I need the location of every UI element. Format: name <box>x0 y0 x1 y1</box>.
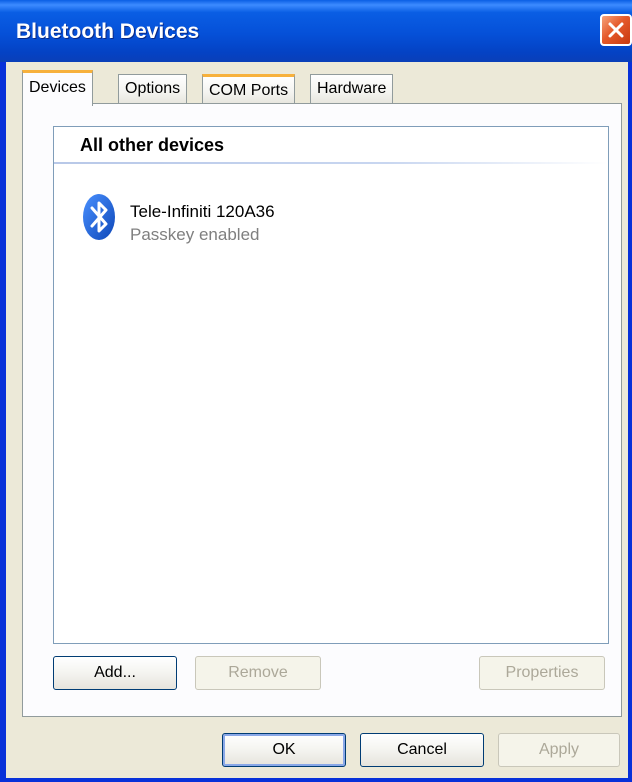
tab-hardware[interactable]: Hardware <box>310 74 394 104</box>
group-header: All other devices <box>80 135 225 155</box>
tab-devices[interactable]: Devices <box>22 70 93 106</box>
tab-options[interactable]: Options <box>118 74 188 104</box>
title-bar[interactable]: Bluetooth Devices <box>0 0 632 62</box>
device-item[interactable]: Tele-Infiniti 120A36 Passkey enabled <box>82 193 482 253</box>
bluetooth-icon <box>82 193 116 245</box>
properties-button[interactable]: Properties <box>479 656 605 690</box>
close-button[interactable] <box>600 14 632 46</box>
window-title: Bluetooth Devices <box>16 20 200 43</box>
group-divider <box>54 162 608 164</box>
ok-button[interactable]: OK <box>222 733 346 767</box>
remove-button[interactable]: Remove <box>195 656 321 690</box>
cancel-button[interactable]: Cancel <box>360 733 484 767</box>
bluetooth-devices-dialog: Bluetooth Devices Devices Options COM Po… <box>0 0 632 782</box>
close-icon <box>608 22 624 38</box>
apply-button[interactable]: Apply <box>498 733 620 767</box>
devices-tab-panel: All other devices Tele-Infiniti 120A36 P… <box>22 103 622 717</box>
tab-com-ports[interactable]: COM Ports <box>202 74 296 104</box>
add-button[interactable]: Add... <box>53 656 177 690</box>
device-status: Passkey enabled <box>130 225 260 244</box>
device-list[interactable]: All other devices Tele-Infiniti 120A36 P… <box>53 126 609 644</box>
device-name: Tele-Infiniti 120A36 <box>130 202 275 221</box>
